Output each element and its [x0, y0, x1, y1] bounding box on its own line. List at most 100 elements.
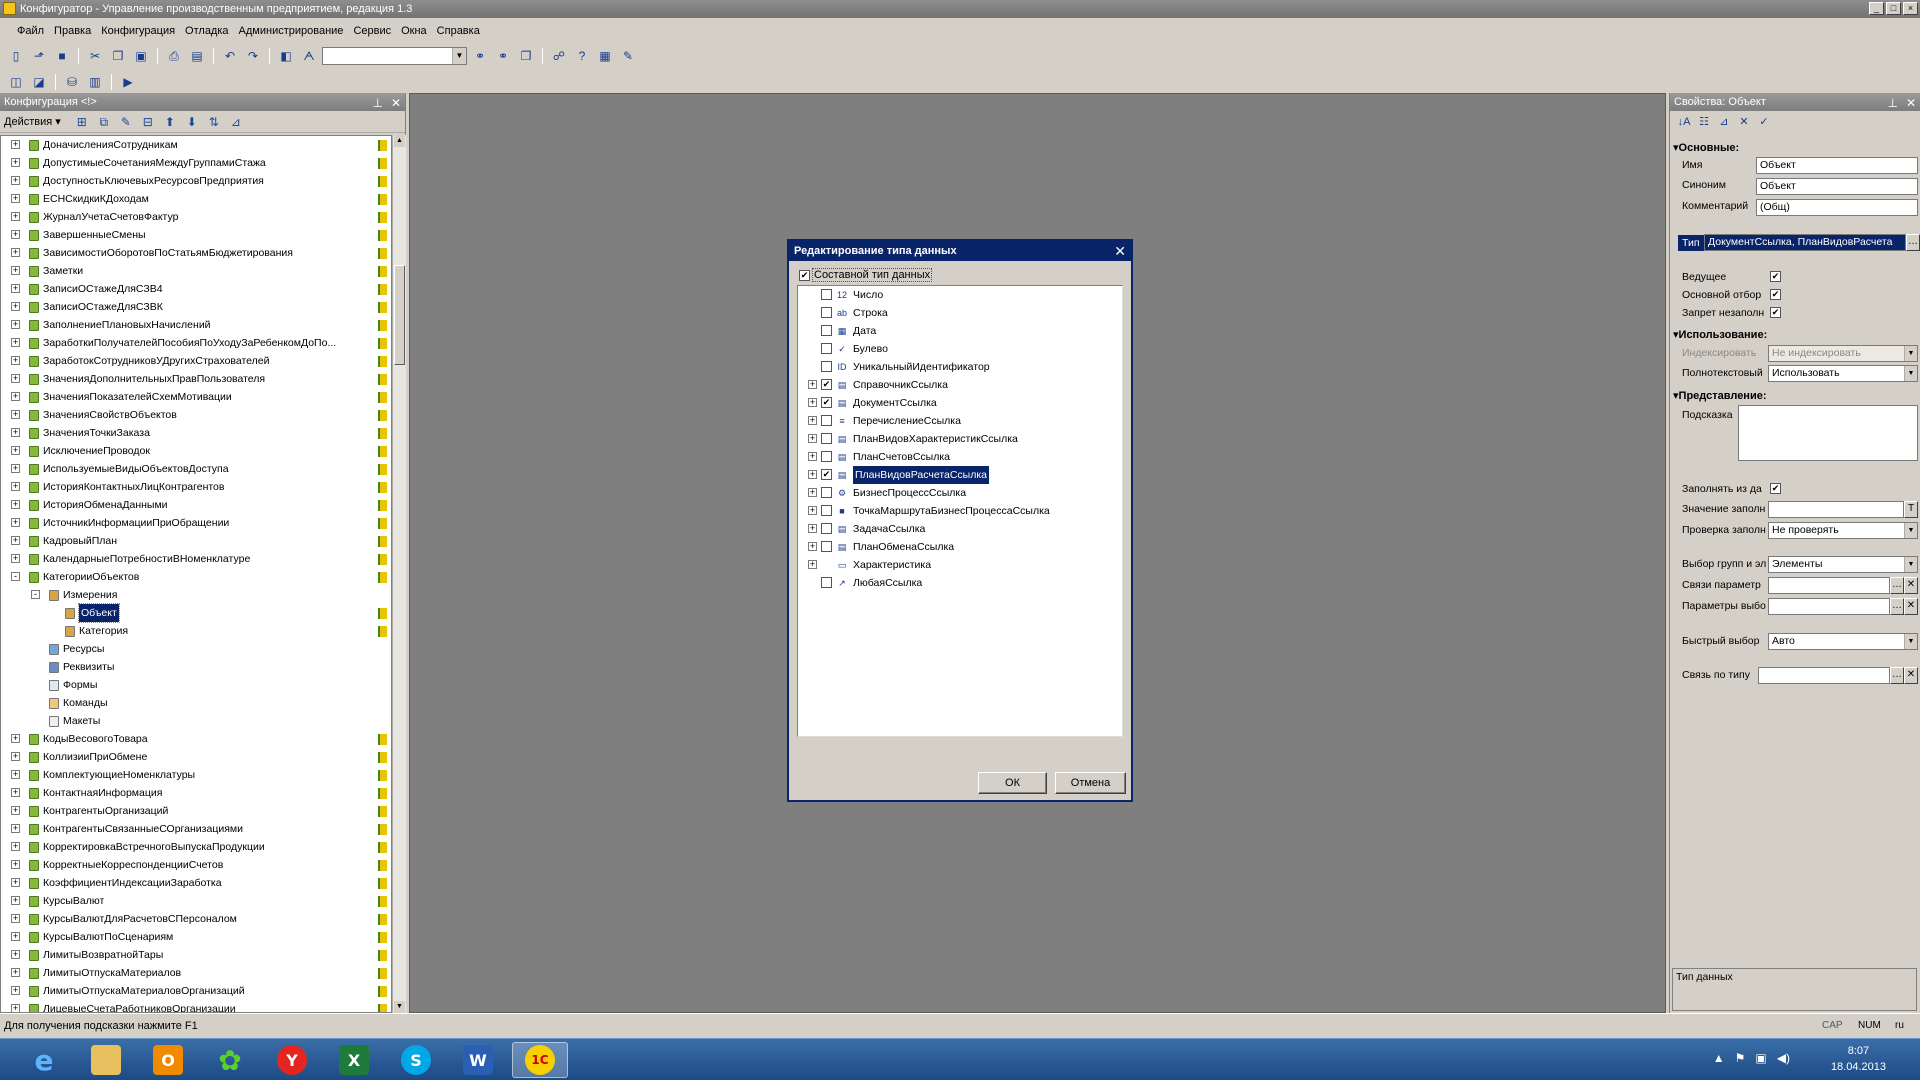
synonym-field[interactable]: Объект — [1756, 178, 1918, 195]
type-list-item[interactable]: + ▤ ЗадачаСсылка — [798, 520, 1122, 538]
tree-item[interactable]: + ЗависимостиОборотовПоСтатьямБюджетирова… — [1, 244, 391, 262]
excel-taskbar-item[interactable]: X — [326, 1042, 382, 1078]
choice-params-clear-button[interactable]: ✕ — [1904, 598, 1918, 615]
expand-icon[interactable]: + — [11, 248, 20, 257]
expand-icon[interactable]: + — [808, 470, 817, 479]
tree-subitem[interactable]: - Измерения — [1, 586, 391, 604]
expand-icon[interactable]: + — [11, 284, 20, 293]
minimize-button[interactable]: _ — [1869, 2, 1884, 15]
expand-icon[interactable]: + — [11, 158, 20, 167]
type-list-item[interactable]: + ▤ ПланСчетовСсылка — [798, 448, 1122, 466]
db-structure-icon[interactable]: ▥ — [85, 73, 105, 91]
tree-subitem[interactable]: Объект — [1, 603, 391, 623]
expand-icon[interactable]: + — [11, 320, 20, 329]
type-list[interactable]: 12 Число ab Строка ▦ Дата ✓ Булево ID УникальныйИ… — [797, 285, 1123, 737]
tree-item[interactable]: + ЖурналУчетаСчетовФактур — [1, 208, 391, 226]
type-checkbox[interactable] — [821, 577, 832, 588]
expand-icon[interactable]: + — [11, 734, 20, 743]
scroll-up-icon[interactable]: ▲ — [394, 135, 405, 147]
type-list-item[interactable]: 12 Число — [798, 286, 1122, 304]
menu-windows[interactable]: Окна — [396, 25, 432, 37]
tree-item[interactable]: + ЗаработкиПолучателейПособияПоУходуЗаРеб… — [1, 334, 391, 352]
expand-icon[interactable]: + — [11, 914, 20, 923]
tree-item[interactable]: + ЗначенияПоказателейСхемМотивации — [1, 388, 391, 406]
tray-expand-icon[interactable]: ▲ — [1713, 1051, 1725, 1065]
type-list-item[interactable]: + ▤ ПланВидовХарактеристикСсылка — [798, 430, 1122, 448]
close-button[interactable]: × — [1903, 2, 1918, 15]
type-checkbox[interactable]: ✔ — [821, 469, 832, 480]
master-checkbox[interactable]: ✔ — [1770, 271, 1781, 282]
clear-icon[interactable]: ✕ — [1736, 114, 1752, 130]
expand-icon[interactable]: + — [808, 398, 817, 407]
type-checkbox[interactable] — [821, 289, 832, 300]
expand-icon[interactable]: + — [808, 506, 817, 515]
expand-icon[interactable]: + — [11, 806, 20, 815]
type-checkbox[interactable] — [821, 343, 832, 354]
save-icon[interactable]: ■ — [52, 47, 72, 65]
type-list-item[interactable]: ID УникальныйИдентификатор — [798, 358, 1122, 376]
type-link-select-button[interactable]: … — [1890, 667, 1904, 684]
expand-icon[interactable]: + — [11, 860, 20, 869]
yandex-taskbar-item[interactable]: Y — [264, 1042, 320, 1078]
cancel-button[interactable]: Отмена — [1055, 772, 1126, 794]
chevron-down-icon[interactable]: ▼ — [452, 48, 466, 64]
expand-icon[interactable]: + — [11, 194, 20, 203]
ie-taskbar-item[interactable]: e — [16, 1042, 72, 1078]
menu-file[interactable]: Файл — [12, 25, 49, 37]
find-next-icon[interactable]: ᗅ — [299, 47, 319, 65]
windows-icon[interactable]: ❐ — [516, 47, 536, 65]
expand-icon[interactable]: + — [11, 464, 20, 473]
filter-icon[interactable]: ⊿ — [1716, 114, 1732, 130]
expand-icon[interactable]: + — [11, 374, 20, 383]
hint-field[interactable] — [1738, 405, 1918, 461]
categories-icon[interactable]: ☷ — [1696, 114, 1712, 130]
expand-icon[interactable]: + — [11, 932, 20, 941]
syntax-helper-icon[interactable]: ☍ — [549, 47, 569, 65]
tree-subitem[interactable]: Категория — [1, 622, 391, 640]
expand-icon[interactable]: + — [808, 434, 817, 443]
tree-item[interactable]: + КурсыВалютДляРасчетовСПерсоналом — [1, 910, 391, 928]
tree-item[interactable]: + ЗначенияСвойствОбъектов — [1, 406, 391, 424]
type-list-item[interactable]: ▦ Дата — [798, 322, 1122, 340]
tree-item[interactable]: + ДоначисленияСотрудникам — [1, 136, 391, 154]
param-links-select-button[interactable]: … — [1890, 577, 1904, 594]
type-list-item[interactable]: + ≡ ПеречислениеСсылка — [798, 412, 1122, 430]
scroll-down-icon[interactable]: ▼ — [394, 1001, 405, 1013]
expand-icon[interactable]: + — [11, 518, 20, 527]
type-field[interactable]: ДокументСсылка, ПланВидовРасчета — [1704, 234, 1906, 251]
redo-icon[interactable]: ↷ — [243, 47, 263, 65]
fill-check-select[interactable]: Не проверять ▼ — [1768, 522, 1918, 539]
expand-icon[interactable]: + — [11, 392, 20, 401]
edit-icon[interactable]: ✎ — [117, 114, 135, 130]
tree-item[interactable]: + КурсыВалютПоСценариям — [1, 928, 391, 946]
copy-icon[interactable]: ❐ — [108, 47, 128, 65]
scroll-thumb[interactable] — [394, 265, 405, 365]
expand-icon[interactable]: + — [11, 356, 20, 365]
tree-subitem[interactable]: Реквизиты — [1, 658, 391, 676]
update-db-icon[interactable]: ⛁ — [62, 73, 82, 91]
tree-item[interactable]: + ДоступностьКлючевыхРесурсовПредприятия — [1, 172, 391, 190]
tree-item[interactable]: + ИсторияКонтактныхЛицКонтрагентов — [1, 478, 391, 496]
copy-item-icon[interactable]: ⧉ — [95, 114, 113, 130]
new-doc-icon[interactable]: ▯ — [6, 47, 26, 65]
expand-icon[interactable]: + — [11, 896, 20, 905]
maximize-button[interactable]: □ — [1886, 2, 1901, 15]
tree-item[interactable]: + ДопустимыеСочетанияМеждуГруппамиСтажа — [1, 154, 391, 172]
expand-icon[interactable]: + — [11, 770, 20, 779]
tree-item[interactable]: + КоллизииПриОбмене — [1, 748, 391, 766]
tree-item[interactable]: + ЗаработокСотрудниковУДругихСтрахователе… — [1, 352, 391, 370]
find-icon[interactable]: ◧ — [276, 47, 296, 65]
tree-item[interactable]: + КонтактнаяИнформация — [1, 784, 391, 802]
composite-checkbox-box[interactable]: ✔ — [799, 269, 810, 281]
menu-configuration[interactable]: Конфигурация — [96, 25, 180, 37]
close-icon[interactable]: ✕ — [1906, 94, 1916, 112]
menu-service[interactable]: Сервис — [348, 25, 396, 37]
collapse-icon[interactable]: - — [31, 590, 40, 599]
cut-icon[interactable]: ✂ — [85, 47, 105, 65]
type-checkbox[interactable]: ✔ — [821, 379, 832, 390]
tree-item[interactable]: + ИсторияОбменаДанными — [1, 496, 391, 514]
type-checkbox[interactable] — [821, 505, 832, 516]
expand-icon[interactable]: + — [11, 824, 20, 833]
ok-button[interactable]: ОК — [978, 772, 1047, 794]
word-taskbar-item[interactable]: W — [450, 1042, 506, 1078]
